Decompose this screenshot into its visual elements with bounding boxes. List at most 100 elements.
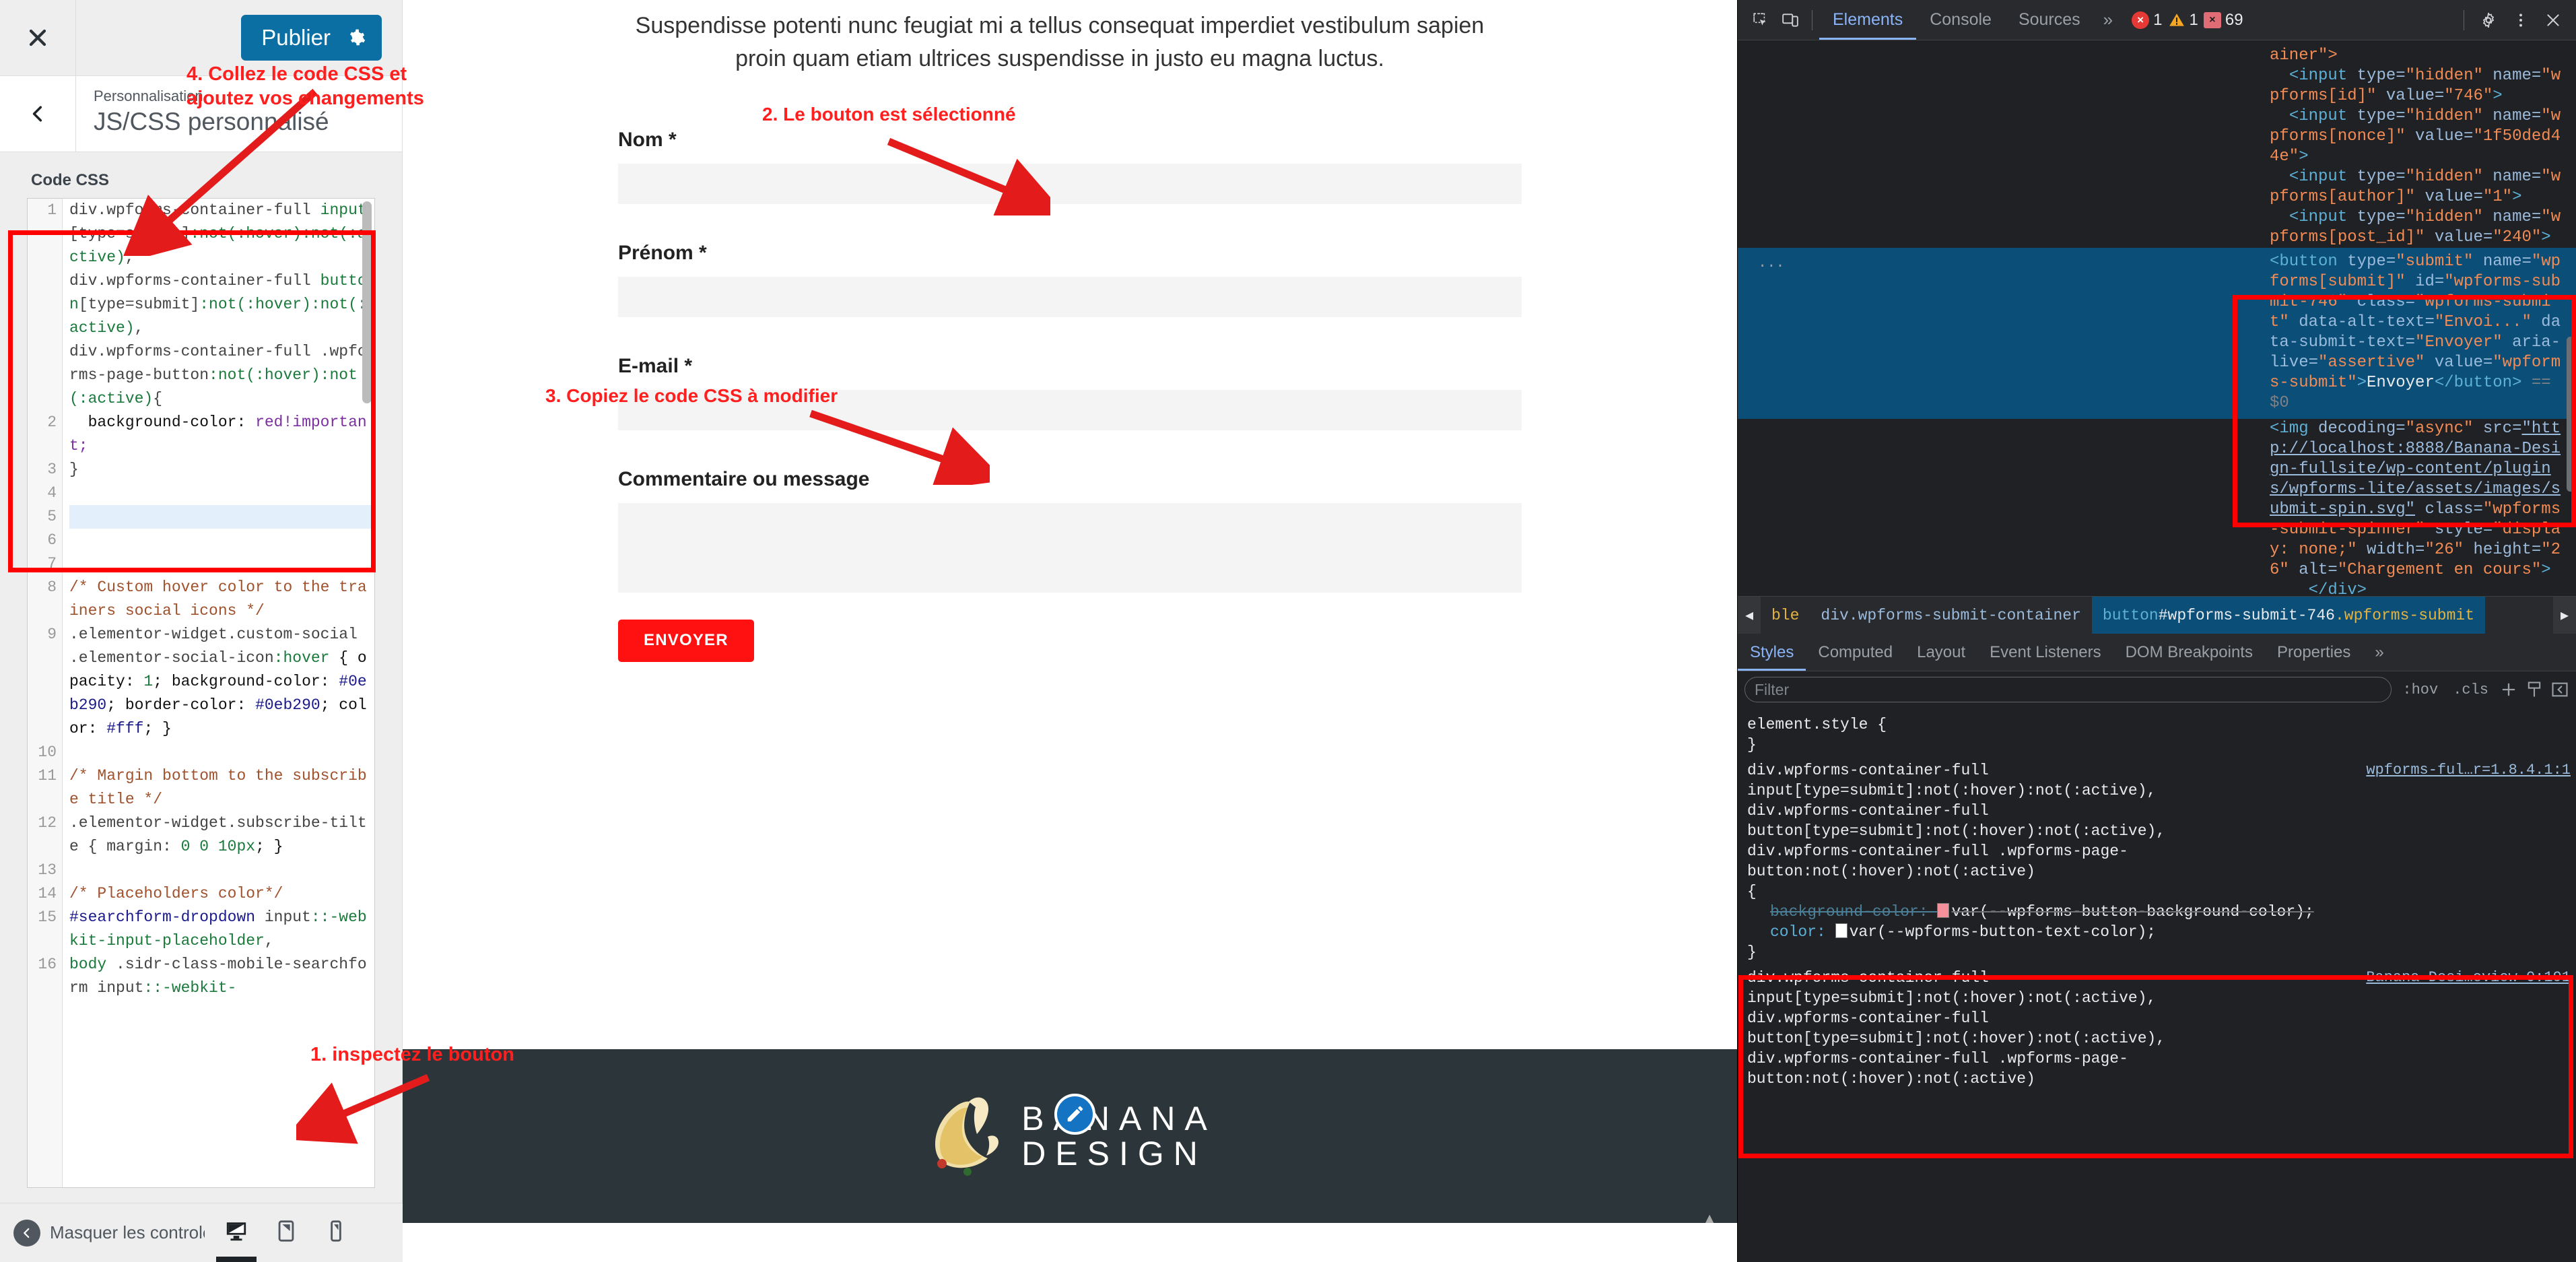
dom-line[interactable]: <input type="hidden" name="wpforms[post_… [1738,207,2576,248]
preview-intro-text: Suspendisse potenti nunc feugiat mi a te… [403,0,1737,76]
message-textarea[interactable] [618,502,1522,593]
code-token: 1 [143,673,154,690]
gear-icon[interactable] [347,28,366,47]
styles-tab-dom-breakpoints[interactable]: DOM Breakpoints [2113,634,2265,671]
css-value[interactable]: var(--wpforms-button-text-color); [1850,923,2156,941]
new-style-rule-icon[interactable] [2499,680,2518,699]
text-input[interactable] [618,276,1522,317]
dom-line[interactable]: ainer"> [1738,46,2576,66]
publish-button[interactable]: Publier [241,15,382,61]
annotation-step-3-text: 3. Copiez le code CSS à modifier [545,385,838,406]
dom-token: "1" [2482,188,2513,206]
editor-code-area[interactable]: div.wpforms-container-full input [type=su… [63,199,374,1187]
breadcrumb-item[interactable]: div.wpforms-submit-container [1810,597,2091,634]
dom-token: <input [2270,208,2357,226]
dom-scrollbar[interactable] [2567,337,2574,492]
styles-tab-styles[interactable]: Styles [1738,634,1806,671]
dom-line[interactable]: </div> [1738,580,2576,596]
dom-token: width= [2357,541,2425,559]
dom-tree[interactable]: ainer"> <input type="hidden" name="wpfor… [1738,40,2576,596]
dom-token: "746" [2444,87,2493,105]
tab-elements[interactable]: Elements [1819,1,1916,40]
field-label: E-mail * [618,354,693,377]
dom-selected-node[interactable]: ... <button type="submit" name="wpforms[… [1738,248,2576,419]
dom-token: decoding= [2318,420,2406,438]
desktop-preview-button[interactable] [225,1220,248,1246]
inspect-element-icon[interactable] [1746,5,1775,35]
hide-controls-button[interactable]: Masquer les controles [13,1219,205,1247]
line-number: 1 [47,201,57,219]
dom-token: <input [2270,107,2357,125]
dom-token: "240" [2493,228,2542,246]
style-rule[interactable]: element.style {} [1743,712,2576,758]
tablet-preview-button[interactable] [275,1220,298,1246]
dom-token: "assertive" [2318,354,2425,372]
css-declaration[interactable]: background-color: var(--wpforms-button-b… [1747,902,2571,922]
styles-tab-layout[interactable]: Layout [1905,634,1977,671]
more-options-icon[interactable] [2506,5,2536,35]
style-rule[interactable]: div.wpforms-container-full input[type=su… [1743,965,2576,1092]
toggle-sidebar-icon[interactable] [2550,680,2569,699]
rule-source-link[interactable]: wpforms-ful…r=1.8.4.1:1 [2366,760,2571,781]
styles-tab-event-listeners[interactable]: Event Listeners [1977,634,2113,671]
style-rule[interactable]: div.wpforms-container-full input[type=su… [1743,758,2576,965]
mobile-preview-button[interactable] [325,1220,347,1246]
code-line: /* Custom hover color to the trainers so… [69,576,374,623]
styles-more-tabs-icon[interactable]: » [2363,634,2396,671]
breadcrumb-item[interactable]: button #wpforms-submit-746 .wpforms-submit [2091,597,2486,634]
info-count-value: 69 [2225,10,2243,29]
settings-gear-icon[interactable] [2474,5,2503,35]
tablet-icon [278,1220,294,1242]
class-state-button[interactable]: .cls [2449,682,2493,698]
submit-button[interactable]: ENVOYER [618,619,754,662]
info-count-badge[interactable]: × 69 [2203,10,2243,30]
code-token: div.wpforms-container-full [69,201,320,219]
dom-line[interactable]: <input type="hidden" name="wpforms[autho… [1738,167,2576,207]
css-value[interactable]: var(--wpforms-button-background-color); [1951,903,2313,921]
dom-line[interactable]: <img decoding="async" src="http://localh… [1738,419,2576,580]
css-property[interactable]: color: [1770,923,1835,941]
dom-selected-line: <button type="submit" name="wpforms[subm… [1738,252,2569,413]
code-token: /* Placeholders color*/ [69,885,283,902]
rule-source-link[interactable]: Banana-Desi…eview-0:191 [2366,968,2571,988]
customizer-body: Code CSS 1 2 3 4 5 6 7 8 9 10 11 12 13 14 15 16 div.wpf… [0,152,402,1262]
editor-line-numbers: 1 2 3 4 5 6 7 8 9 10 11 12 13 14 15 16 [28,199,63,1187]
editor-scrollbar[interactable] [362,201,372,403]
dom-line[interactable]: <input type="hidden" name="wpforms[nonce… [1738,106,2576,167]
error-count-badge[interactable]: × 1 [2132,11,2163,30]
dom-token: "hidden" [2405,67,2483,85]
color-swatch[interactable] [1835,923,1848,938]
breadcrumb-scroll-right[interactable]: ▶ [2553,597,2576,634]
close-devtools-icon[interactable] [2538,5,2568,35]
line-number: 7 [47,555,57,572]
dom-token: </div> [2270,581,2367,596]
styles-tab-computed[interactable]: Computed [1806,634,1905,671]
tab-console[interactable]: Console [1916,1,2005,40]
device-toolbar-icon[interactable] [1775,5,1805,35]
styles-filter-input[interactable] [1744,677,2392,702]
dom-line[interactable]: <input type="hidden" name="wpforms[id]" … [1738,66,2576,106]
more-tabs-icon[interactable]: » [2094,9,2122,30]
warning-count-badge[interactable]: 1 [2168,11,2198,30]
back-button[interactable] [0,76,76,152]
breadcrumb-item[interactable]: ble [1761,597,1810,634]
styles-tab-properties[interactable]: Properties [2265,634,2363,671]
breadcrumb-scroll-left[interactable]: ◀ [1738,597,1761,634]
dom-ellipsis-icon[interactable]: ... [1758,253,1785,273]
color-swatch[interactable] [1937,903,1950,918]
dom-token: value= [2425,354,2493,372]
css-declaration[interactable]: color: var(--wpforms-button-text-color); [1747,922,2571,942]
css-property[interactable]: background-color: [1770,903,1937,921]
styles-rules-list[interactable]: element.style {} div.wpforms-container-fu… [1738,708,2576,1262]
line-number: 12 [38,814,57,832]
code-token: #fff [106,720,144,737]
computed-styles-sidebar-icon[interactable] [2525,680,2544,699]
hover-state-button[interactable]: :hov [2398,682,2442,698]
code-line: } [69,458,374,481]
css-code-editor[interactable]: 1 2 3 4 5 6 7 8 9 10 11 12 13 14 15 16 div.wpforms-cont… [27,198,375,1188]
text-input[interactable] [618,163,1522,204]
tab-sources[interactable]: Sources [2005,1,2094,40]
code-token: #0eb290 [255,696,320,714]
devtools-toolbar: Elements Console Sources » × 1 1 × 69 [1738,0,2576,40]
close-customizer-button[interactable] [0,0,76,75]
